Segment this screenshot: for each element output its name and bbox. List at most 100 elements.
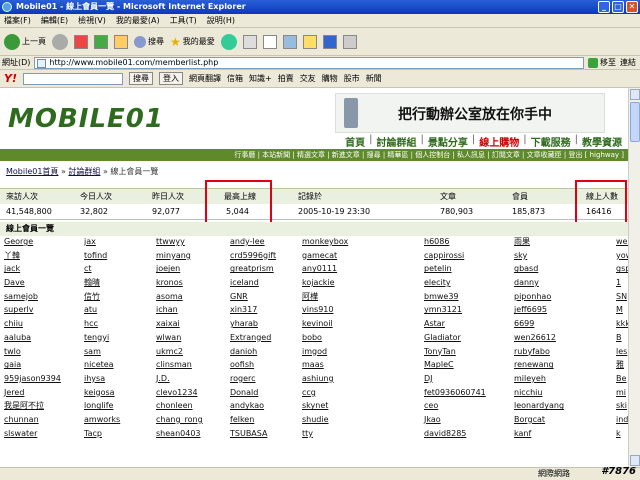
member-link[interactable]: jeff6695: [514, 304, 547, 316]
member-link[interactable]: piponhao: [514, 291, 551, 303]
ad-banner[interactable]: 把行動辦公室放在你手中: [335, 93, 605, 133]
menu-view[interactable]: 檢視(V): [78, 14, 106, 27]
member-link[interactable]: TonyTan: [424, 346, 456, 358]
member-link[interactable]: Jered: [4, 387, 24, 399]
member-link[interactable]: xaixai: [156, 318, 180, 330]
member-link[interactable]: keigosa: [84, 387, 115, 399]
member-link[interactable]: monkeybox: [302, 236, 348, 248]
nav-forum[interactable]: 討論群組: [377, 134, 417, 149]
yahoo-mail[interactable]: 信箱: [227, 73, 243, 84]
member-link[interactable]: ttwwyy: [156, 236, 185, 248]
member-link[interactable]: Jkao: [424, 414, 441, 426]
member-link[interactable]: 翰晴: [84, 277, 100, 289]
yahoo-stocks[interactable]: 股市: [344, 73, 360, 84]
refresh-button[interactable]: [94, 34, 108, 49]
member-link[interactable]: crd5996gift: [230, 250, 276, 262]
member-link[interactable]: Gladiator: [424, 332, 461, 344]
url-field[interactable]: http://www.mobile01.com/memberlist.php: [34, 56, 584, 69]
member-link[interactable]: 959jason9394: [4, 373, 61, 385]
member-link[interactable]: gaia: [4, 359, 21, 371]
menu-help[interactable]: 說明(H): [207, 14, 235, 27]
menu-edit[interactable]: 編輯(E): [41, 14, 68, 27]
member-link[interactable]: greatprism: [230, 263, 274, 275]
member-link[interactable]: tofind: [84, 250, 107, 262]
member-link[interactable]: atu: [84, 304, 97, 316]
member-link[interactable]: h6086: [424, 236, 449, 248]
member-link[interactable]: maas: [302, 359, 324, 371]
member-link[interactable]: Donald: [230, 387, 258, 399]
member-link[interactable]: petelin: [424, 263, 452, 275]
member-link[interactable]: rogerc: [230, 373, 256, 385]
member-link[interactable]: twlo: [4, 346, 21, 358]
member-link[interactable]: samejob: [4, 291, 38, 303]
member-link[interactable]: hcc: [84, 318, 98, 330]
member-link[interactable]: les: [616, 346, 627, 358]
member-link[interactable]: leonardyang: [514, 400, 564, 412]
member-link[interactable]: GNR: [230, 291, 248, 303]
member-link[interactable]: david8285: [424, 428, 466, 440]
mail-button[interactable]: [242, 34, 257, 49]
member-link[interactable]: danny: [514, 277, 539, 289]
member-link[interactable]: SN: [616, 291, 627, 303]
messenger-button[interactable]: [302, 34, 317, 49]
member-link[interactable]: 雨果: [514, 236, 530, 248]
member-link[interactable]: chiiu: [4, 318, 23, 330]
nav-spots[interactable]: 景點分享: [428, 134, 468, 149]
vertical-scrollbar[interactable]: [628, 88, 640, 467]
member-link[interactable]: bmwe39: [424, 291, 459, 303]
menu-favorites[interactable]: 我的最愛(A): [116, 14, 160, 27]
yahoo-translate[interactable]: 網頁翻譯: [189, 73, 221, 84]
nav-download[interactable]: 下載服務: [531, 134, 571, 149]
breadcrumb-forum[interactable]: 討論群組: [68, 167, 100, 176]
member-link[interactable]: wen26612: [514, 332, 556, 344]
yahoo-auction[interactable]: 拍賣: [278, 73, 294, 84]
search-button[interactable]: 搜尋: [134, 35, 164, 48]
member-link[interactable]: sky: [514, 250, 527, 262]
member-link[interactable]: minyang: [156, 250, 191, 262]
member-link[interactable]: 1: [616, 277, 621, 289]
member-link[interactable]: k: [616, 428, 621, 440]
member-link[interactable]: kevinoil: [302, 318, 333, 330]
member-link[interactable]: jack: [4, 263, 20, 275]
member-link[interactable]: wlwan: [156, 332, 181, 344]
menu-tools[interactable]: 工具(T): [170, 14, 197, 27]
member-link[interactable]: vins910: [302, 304, 333, 316]
member-link[interactable]: George: [4, 236, 33, 248]
forward-button[interactable]: [52, 33, 68, 50]
bluetooth-button[interactable]: [322, 34, 337, 49]
member-link[interactable]: ukmc2: [156, 346, 183, 358]
member-link[interactable]: clevo1234: [156, 387, 198, 399]
scroll-up-arrow[interactable]: [630, 89, 640, 100]
member-link[interactable]: nicetea: [84, 359, 114, 371]
member-link[interactable]: gsp: [616, 263, 628, 275]
member-link[interactable]: tengyi: [84, 332, 109, 344]
member-link[interactable]: amworks: [84, 414, 120, 426]
close-button[interactable]: ✕: [626, 1, 638, 13]
member-link[interactable]: felken: [230, 414, 254, 426]
member-link[interactable]: chang_rong: [156, 414, 203, 426]
member-link[interactable]: shudie: [302, 414, 329, 426]
member-link[interactable]: kronos: [156, 277, 183, 289]
member-link[interactable]: superlv: [4, 304, 33, 316]
nav-home[interactable]: 首頁: [345, 134, 365, 149]
member-link[interactable]: skynet: [302, 400, 328, 412]
member-link[interactable]: xin317: [230, 304, 257, 316]
site-logo[interactable]: MOBILE01: [8, 104, 164, 134]
yahoo-login-button[interactable]: 登入: [158, 72, 183, 85]
member-link[interactable]: mileyeh: [514, 373, 546, 385]
member-link[interactable]: Borgcat: [514, 414, 545, 426]
maximize-button[interactable]: □: [612, 1, 624, 13]
member-link[interactable]: ski: [616, 400, 627, 412]
yahoo-knowledge[interactable]: 知識+: [249, 73, 272, 84]
member-link[interactable]: imgod: [302, 346, 327, 358]
member-link[interactable]: andykao: [230, 400, 264, 412]
member-link[interactable]: danioh: [230, 346, 257, 358]
member-link[interactable]: asoma: [156, 291, 183, 303]
member-link[interactable]: yharab: [230, 318, 258, 330]
member-link[interactable]: cappirossi: [424, 250, 464, 262]
member-link[interactable]: ccg: [302, 387, 316, 399]
member-link[interactable]: TSUBASA: [230, 428, 267, 440]
member-link[interactable]: DJ: [424, 373, 433, 385]
member-link[interactable]: fet0936060741: [424, 387, 486, 399]
member-link[interactable]: ichan: [156, 304, 178, 316]
